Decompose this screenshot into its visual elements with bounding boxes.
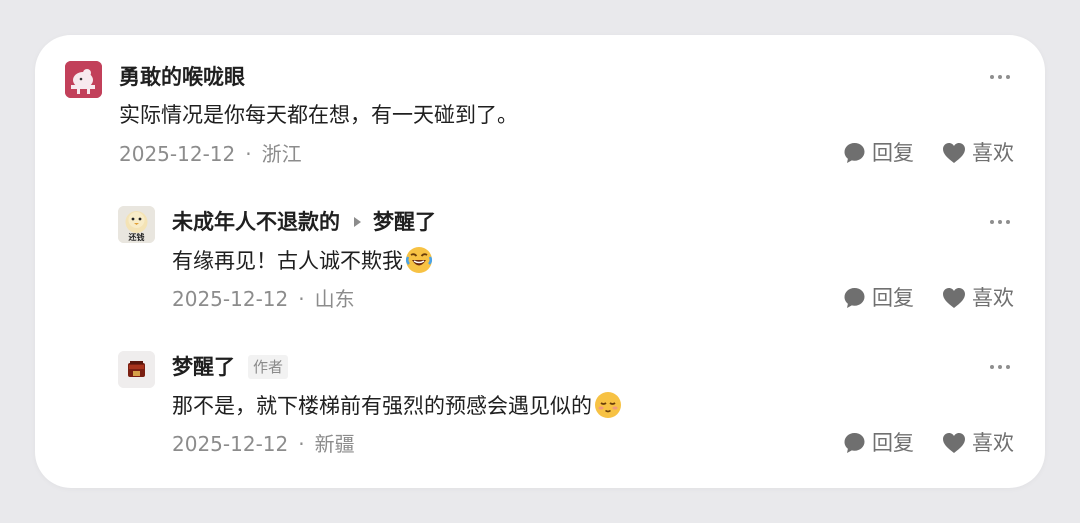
more-options-icon[interactable] — [990, 74, 1010, 80]
comment-text-line: 有缘再见！古人诚不欺我 — [172, 246, 433, 275]
reply-button[interactable]: 回复 — [843, 139, 914, 167]
reply-arrow-icon — [354, 217, 361, 227]
comment-location: 新疆 — [314, 432, 355, 456]
heart-icon — [943, 288, 965, 308]
comment-card: 勇敢的喉咙眼 实际情况是你每天都在想，有一天碰到了。 2025-12-12 · 浙江… — [35, 35, 1045, 488]
comment-location: 浙江 — [261, 142, 302, 166]
comment-meta: 2025-12-12 · 新疆 — [172, 430, 355, 458]
comment-text: 实际情况是你每天都在想，有一天碰到了。 — [119, 103, 518, 127]
like-button[interactable]: 喜欢 — [942, 139, 1014, 167]
reply-to-username[interactable]: 梦醒了 — [373, 210, 436, 234]
like-label: 喜欢 — [972, 141, 1014, 165]
comment-text-line: 那不是，就下楼梯前有强烈的预感会遇见似的 — [172, 391, 622, 420]
comment-meta: 2025-12-12 · 山东 — [172, 285, 355, 313]
comment-text: 有缘再见！古人诚不欺我 — [172, 249, 403, 273]
username[interactable]: 梦醒了 — [172, 353, 235, 381]
heart-icon — [943, 143, 965, 163]
avatar[interactable]: 还钱 — [118, 206, 155, 243]
username-line: 未成年人不退款的 梦醒了 — [172, 208, 436, 236]
relieved-face-emoji-icon — [595, 392, 621, 418]
separator-dot: · — [298, 287, 305, 311]
avatar-image — [118, 351, 155, 388]
reply-button[interactable]: 回复 — [843, 284, 914, 312]
reply-label: 回复 — [872, 141, 914, 165]
reply-item: 梦醒了 作者 那不是，就下楼梯前有强烈的预感会遇见似的 2025-12-12 · 新… — [35, 325, 1045, 458]
comment-item: 勇敢的喉咙眼 实际情况是你每天都在想，有一天碰到了。 2025-12-12 · 浙江… — [35, 35, 1045, 168]
separator-dot: · — [245, 142, 252, 166]
comment-date: 2025-12-12 — [172, 287, 289, 311]
avatar-text: 还钱 — [128, 232, 145, 242]
separator-dot: · — [298, 432, 305, 456]
avatar-image — [65, 61, 102, 98]
comment-meta: 2025-12-12 · 浙江 — [119, 140, 302, 168]
comment-location: 山东 — [314, 287, 355, 311]
heart-icon — [943, 433, 965, 453]
avatar[interactable] — [65, 61, 102, 98]
avatar-image: 还钱 — [118, 206, 155, 243]
reply-label: 回复 — [872, 431, 914, 455]
avatar[interactable] — [118, 351, 155, 388]
author-badge: 作者 — [248, 355, 289, 379]
comment-date: 2025-12-12 — [172, 432, 289, 456]
username[interactable]: 勇敢的喉咙眼 — [119, 63, 245, 91]
reply-label: 回复 — [872, 286, 914, 310]
like-button[interactable]: 喜欢 — [942, 284, 1014, 312]
reply-item: 还钱 未成年人不退款的 梦醒了 有缘再见！古人诚不欺我 2025-12-12 · 山东 — [35, 180, 1045, 313]
more-options-icon[interactable] — [990, 364, 1010, 370]
comment-bubble-icon — [844, 433, 865, 453]
like-button[interactable]: 喜欢 — [942, 429, 1014, 457]
comment-bubble-icon — [844, 143, 865, 163]
reply-button[interactable]: 回复 — [843, 429, 914, 457]
comment-bubble-icon — [844, 288, 865, 308]
comment-date: 2025-12-12 — [119, 142, 236, 166]
laughing-crying-emoji-icon — [405, 247, 433, 273]
comment-text: 那不是，就下楼梯前有强烈的预感会遇见似的 — [172, 394, 592, 418]
username[interactable]: 未成年人不退款的 — [172, 210, 340, 234]
like-label: 喜欢 — [972, 431, 1014, 455]
like-label: 喜欢 — [972, 286, 1014, 310]
more-options-icon[interactable] — [990, 219, 1010, 225]
